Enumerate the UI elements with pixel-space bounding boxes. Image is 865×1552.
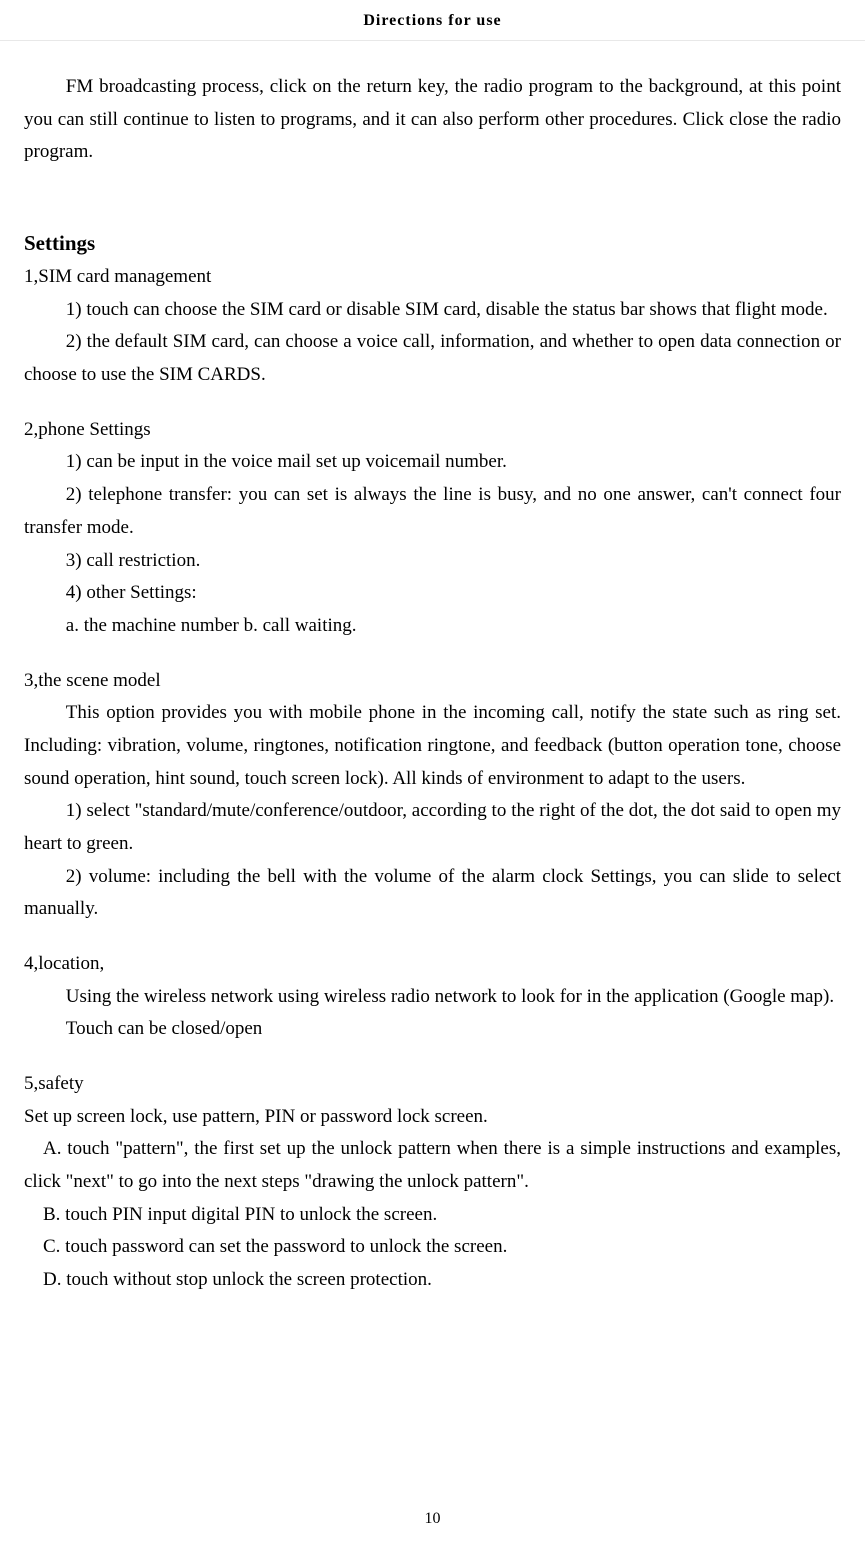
scene-title: 3,the scene model bbox=[24, 665, 841, 698]
scene-item-1: 1) select "standard/mute/conference/outd… bbox=[24, 795, 841, 860]
page-header: Directions for use bbox=[0, 0, 865, 41]
sim-title: 1,SIM card management bbox=[24, 261, 841, 294]
scene-paragraph: This option provides you with mobile pho… bbox=[24, 697, 841, 795]
settings-heading: Settings bbox=[24, 225, 841, 261]
safety-title: 5,safety bbox=[24, 1068, 841, 1101]
safety-p1: Set up screen lock, use pattern, PIN or … bbox=[24, 1101, 841, 1134]
location-p2: Touch can be closed/open bbox=[24, 1013, 841, 1046]
sim-item-1: 1) touch can choose the SIM card or disa… bbox=[24, 294, 841, 327]
phone-item-4: 4) other Settings: bbox=[24, 577, 841, 610]
phone-item-5: a. the machine number b. call waiting. bbox=[24, 610, 841, 643]
phone-item-2: 2) telephone transfer: you can set is al… bbox=[24, 479, 841, 544]
phone-item-1: 1) can be input in the voice mail set up… bbox=[24, 446, 841, 479]
spacer bbox=[24, 643, 841, 665]
location-p1: Using the wireless network using wireles… bbox=[24, 981, 841, 1014]
phone-item-3: 3) call restriction. bbox=[24, 545, 841, 578]
spacer bbox=[24, 392, 841, 414]
safety-d: D. touch without stop unlock the screen … bbox=[24, 1264, 841, 1297]
spacer bbox=[24, 169, 841, 197]
header-title: Directions for use bbox=[363, 12, 501, 29]
safety-b: B. touch PIN input digital PIN to unlock… bbox=[24, 1199, 841, 1232]
document-body: FM broadcasting process, click on the re… bbox=[0, 41, 865, 1297]
location-title: 4,location, bbox=[24, 948, 841, 981]
intro-paragraph: FM broadcasting process, click on the re… bbox=[24, 71, 841, 169]
spacer bbox=[24, 926, 841, 948]
scene-item-2: 2) volume: including the bell with the v… bbox=[24, 861, 841, 926]
safety-a: A. touch "pattern", the first set up the… bbox=[24, 1133, 841, 1198]
page-number: 10 bbox=[0, 1510, 865, 1528]
safety-c: C. touch password can set the password t… bbox=[24, 1231, 841, 1264]
spacer bbox=[24, 1046, 841, 1068]
phone-title: 2,phone Settings bbox=[24, 414, 841, 447]
sim-item-2: 2) the default SIM card, can choose a vo… bbox=[24, 326, 841, 391]
